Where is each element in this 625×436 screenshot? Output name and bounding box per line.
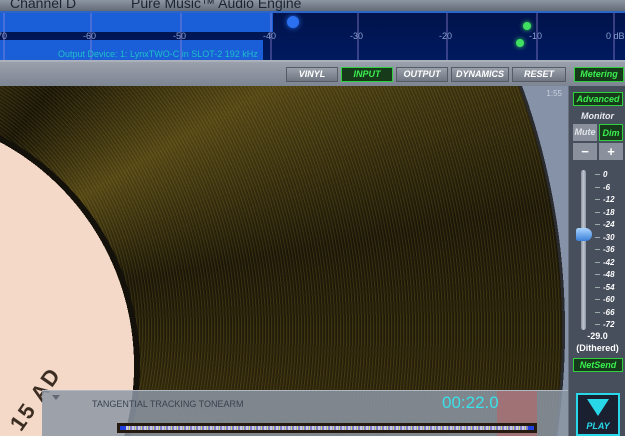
volume-scale-label: 0 bbox=[603, 170, 608, 179]
disclosure-triangle-icon[interactable] bbox=[52, 395, 60, 400]
meter-scale-label: -30 bbox=[350, 31, 364, 41]
toolbar: VINYL INPUT OUTPUT DYNAMICS RESET Meteri… bbox=[0, 60, 625, 86]
volume-scale-label: -54 bbox=[603, 282, 615, 292]
volume-scale-label: -24 bbox=[603, 220, 615, 229]
volume-scale-label: -72 bbox=[603, 320, 615, 329]
meter-hold-left bbox=[523, 22, 531, 30]
input-button[interactable]: INPUT bbox=[341, 67, 393, 82]
reset-button[interactable]: RESET bbox=[512, 67, 566, 82]
metering-button[interactable]: Metering bbox=[574, 67, 624, 82]
advanced-button[interactable]: Advanced bbox=[573, 92, 623, 106]
elapsed-time: 00:22.0 bbox=[442, 393, 499, 412]
output-button[interactable]: OUTPUT bbox=[396, 67, 448, 82]
meter-scale-label: -60 bbox=[83, 31, 97, 41]
volume-scale-tick: -48 bbox=[595, 270, 615, 283]
meter-scale-label: 0 dB bbox=[606, 31, 625, 41]
volume-scale-tick: -18 bbox=[595, 208, 615, 221]
netsend-button[interactable]: NetSend bbox=[573, 358, 623, 372]
remaining-time: 1:55 bbox=[546, 89, 562, 98]
volume-scale-tick: -60 bbox=[595, 295, 615, 308]
volume-scale-label: -36 bbox=[603, 245, 615, 254]
volume-scale-label: -18 bbox=[603, 207, 615, 217]
volume-scale-tick: -36 bbox=[595, 245, 615, 258]
monitor-panel: Advanced Monitor Mute Dim − + 0 -6 -12 -18 -… bbox=[568, 86, 625, 436]
meter-hold-right bbox=[516, 39, 524, 47]
play-button[interactable]: PLAY bbox=[576, 393, 620, 436]
track-progress-bar[interactable] bbox=[117, 423, 537, 433]
dim-button[interactable]: Dim bbox=[599, 124, 623, 141]
play-label: PLAY bbox=[586, 421, 610, 431]
volume-scale-label: -6 bbox=[603, 182, 611, 192]
tonearm-panel: TANGENTIAL TRACKING TONEARM 00:22.0 bbox=[42, 390, 568, 436]
volume-scale-tick: -6 bbox=[595, 183, 615, 196]
vinyl-button[interactable]: VINYL bbox=[286, 67, 338, 82]
app-title: Pure Music™ Audio Engine bbox=[131, 0, 302, 11]
mute-button[interactable]: Mute bbox=[573, 124, 597, 141]
meter-scale-label: -10 bbox=[529, 31, 543, 41]
meter-scale-label: -20 bbox=[439, 31, 453, 41]
meter-scale-label: -40 bbox=[263, 31, 277, 41]
volume-up-button[interactable]: + bbox=[599, 143, 623, 160]
volume-scale-tick: -24 bbox=[595, 220, 615, 233]
volume-scale-tick: -54 bbox=[595, 283, 615, 296]
volume-scale-label: -12 bbox=[603, 195, 615, 204]
volume-scale-tick: 0 bbox=[595, 170, 615, 183]
volume-value: -29.0 bbox=[587, 331, 608, 341]
output-device-label: Output Device: 1: LynxTWO-C in SLOT-2 19… bbox=[58, 49, 258, 59]
volume-scale-label: -48 bbox=[603, 270, 615, 279]
volume-scale: 0 -6 -12 -18 -24 -30 -36 -42 -48 -54 -60 -66 -72 bbox=[595, 170, 615, 333]
turntable-view[interactable]: 15 AD 1:55 TANGENTIAL TRACKING TONEARM 0… bbox=[0, 86, 568, 436]
volume-scale-label: -60 bbox=[603, 295, 615, 304]
meter-bar-left bbox=[0, 13, 273, 32]
volume-scale-label: -30 bbox=[603, 232, 615, 242]
volume-scale-tick: -30 bbox=[595, 233, 615, 246]
volume-slider-thumb[interactable] bbox=[576, 228, 592, 241]
play-triangle-icon bbox=[587, 399, 609, 416]
volume-note: (Dithered) bbox=[576, 343, 619, 353]
volume-scale-tick: -12 bbox=[595, 195, 615, 208]
meter-peak-left bbox=[287, 16, 299, 28]
volume-readout: -29.0 (Dithered) bbox=[569, 330, 625, 354]
meter-scale-label: -70 bbox=[0, 31, 8, 41]
meter-scale-label: -50 bbox=[173, 31, 187, 41]
monitor-label: Monitor bbox=[581, 111, 614, 121]
volume-scale-tick: -42 bbox=[595, 258, 615, 271]
volume-scale-label: -42 bbox=[603, 257, 615, 267]
level-meter: -70 -60 -50 -40 -30 -20 -10 0 dB Output Device:… bbox=[0, 11, 625, 60]
volume-scale-label: -66 bbox=[603, 307, 615, 317]
channel-label: Channel D bbox=[10, 0, 77, 11]
volume-slider-track[interactable] bbox=[581, 170, 586, 330]
volume-scale-tick: -66 bbox=[595, 308, 615, 321]
volume-down-button[interactable]: − bbox=[573, 143, 597, 160]
dynamics-button[interactable]: DYNAMICS bbox=[451, 67, 509, 82]
tonearm-title: TANGENTIAL TRACKING TONEARM bbox=[92, 399, 244, 409]
